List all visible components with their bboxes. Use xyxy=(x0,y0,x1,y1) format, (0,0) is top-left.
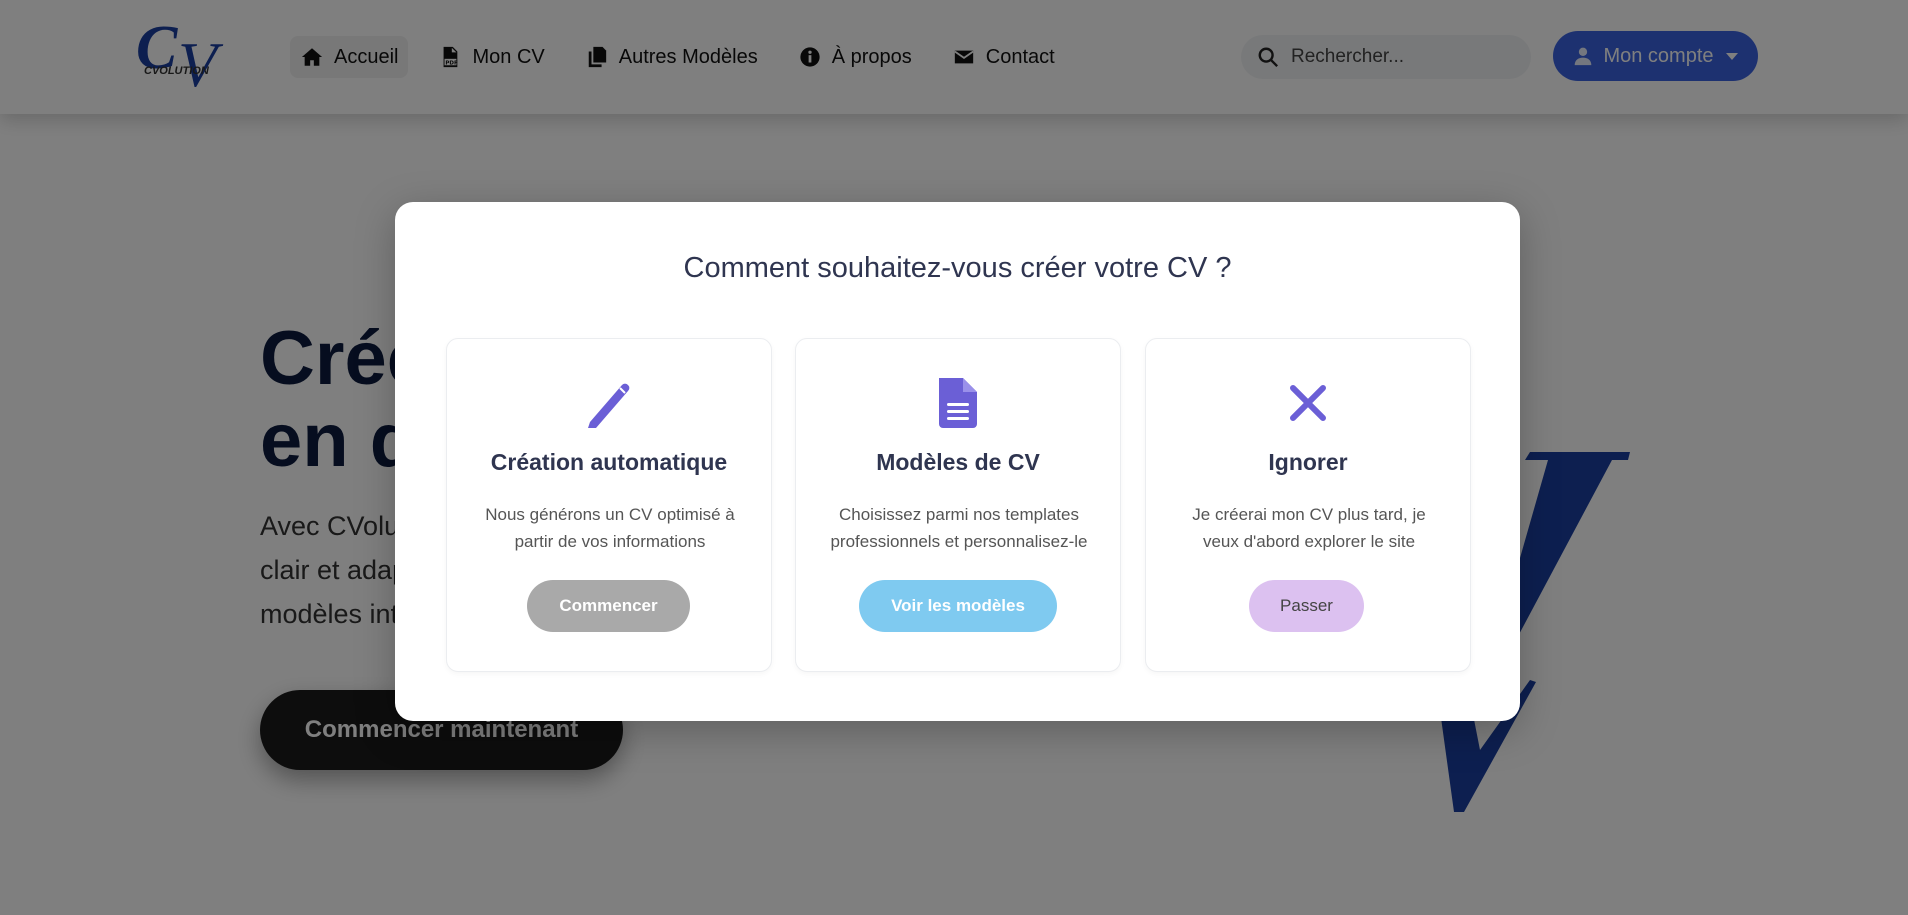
file-document-icon xyxy=(796,375,1120,431)
option-ignore-description: Je créerai mon CV plus tard, je veux d'a… xyxy=(1168,501,1450,555)
option-templates-title: Modèles de CV xyxy=(876,449,1040,475)
option-templates-description: Choisissez parmi nos templates professio… xyxy=(818,501,1100,555)
option-auto-creation-title: Création automatique xyxy=(490,449,728,475)
option-auto-creation-description: Nous générons un CV optimisé à partir de… xyxy=(469,501,751,555)
option-templates-desc-line2: professionnels et personnalisez-le xyxy=(830,532,1088,551)
commencer-button[interactable]: Commencer xyxy=(527,580,690,632)
pencil-icon xyxy=(447,375,771,431)
passer-button[interactable]: Passer xyxy=(1249,580,1364,632)
option-templates-desc-line1: Choisissez parmi nos templates xyxy=(839,505,1079,524)
option-auto-creation-desc-line2: partir de vos informations xyxy=(514,532,706,551)
option-templates-card[interactable]: Modèles de CV Choisissez parmi nos templ… xyxy=(795,338,1121,672)
option-ignore-desc-line2: veux d'abord explorer le site xyxy=(1202,532,1416,551)
close-icon xyxy=(1146,375,1470,431)
create-cv-modal: Comment souhaitez-vous créer votre CV ? … xyxy=(395,202,1520,721)
option-ignore-desc-line1: Je créerai mon CV plus tard, je xyxy=(1192,505,1426,524)
voir-modeles-button[interactable]: Voir les modèles xyxy=(859,580,1057,632)
modal-title: Comment souhaitez-vous créer votre CV ? xyxy=(683,252,1232,284)
option-ignore-card[interactable]: Ignorer Je créerai mon CV plus tard, je … xyxy=(1145,338,1471,672)
option-ignore-title: Ignorer xyxy=(1268,449,1348,475)
option-auto-creation-card[interactable]: Création automatique Nous générons un CV… xyxy=(446,338,772,672)
option-auto-creation-desc-line1: Nous générons un CV optimisé à xyxy=(485,505,735,524)
